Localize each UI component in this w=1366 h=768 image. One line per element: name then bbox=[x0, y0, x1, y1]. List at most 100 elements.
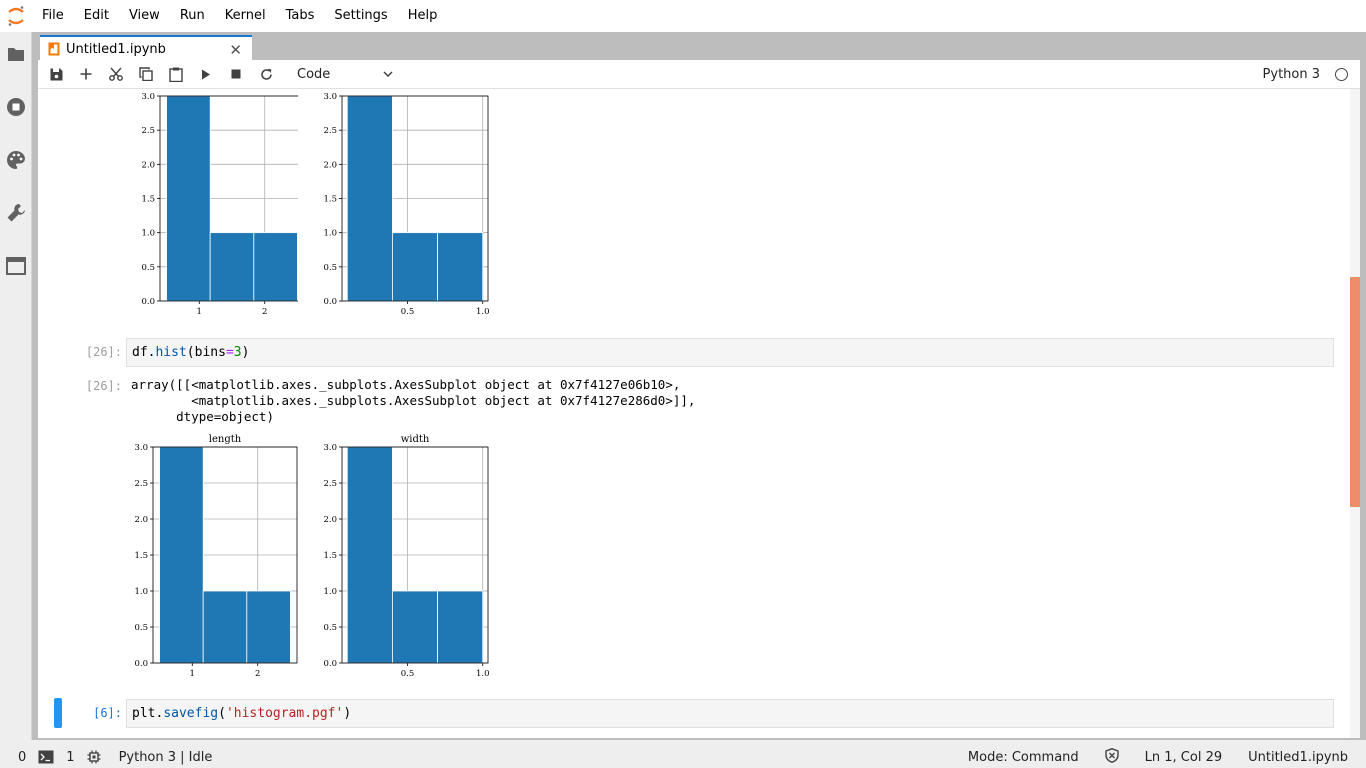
mode-indicator[interactable]: Mode: Command bbox=[968, 750, 1079, 765]
menu-edit[interactable]: Edit bbox=[74, 0, 119, 32]
chart-title: length bbox=[209, 434, 242, 445]
y-tick-label: 2.0 bbox=[141, 160, 155, 170]
kernel-idle-icon bbox=[1335, 68, 1348, 81]
restart-button[interactable] bbox=[251, 60, 281, 89]
histogram-bar bbox=[437, 232, 484, 302]
clipboard-icon bbox=[169, 67, 183, 82]
histogram-bar bbox=[346, 95, 393, 302]
y-tick-label: 0.0 bbox=[141, 297, 155, 307]
kernel-chip-icon[interactable] bbox=[87, 750, 101, 764]
palette-icon[interactable] bbox=[6, 150, 26, 170]
tab-bar: Untitled1.ipynb ✕ bbox=[38, 32, 1366, 61]
histogram-bar bbox=[209, 232, 255, 302]
notebook-toolbar: Code Python 3 bbox=[38, 60, 1360, 89]
tabs-panel-icon[interactable] bbox=[6, 256, 26, 276]
y-tick-label: 1.5 bbox=[323, 551, 337, 561]
cell-26-output-line-1: array([[<matplotlib.axes._subplots.AxesS… bbox=[131, 377, 681, 392]
histogram-bar bbox=[392, 590, 438, 664]
code-val: 3 bbox=[233, 345, 242, 360]
tab-untitled1[interactable]: Untitled1.ipynb ✕ bbox=[40, 35, 252, 61]
y-tick-label: 2.5 bbox=[323, 479, 337, 489]
save-button[interactable] bbox=[41, 60, 71, 89]
x-tick-label: 2 bbox=[262, 307, 267, 317]
menu-help[interactable]: Help bbox=[398, 0, 448, 32]
y-tick-label: 1.5 bbox=[323, 195, 337, 205]
kernel-status-text[interactable]: Python 3 | Idle bbox=[119, 750, 213, 765]
kernel-count[interactable]: 1 bbox=[66, 750, 74, 765]
cell-26-output-line-2: <matplotlib.axes._subplots.AxesSubplot o… bbox=[131, 393, 696, 408]
stop-icon bbox=[231, 69, 241, 79]
cell-26-output-line-3: dtype=object) bbox=[131, 409, 274, 424]
histogram-bar bbox=[253, 232, 298, 302]
histogram-bar bbox=[392, 232, 438, 302]
close-tab-icon[interactable]: ✕ bbox=[229, 41, 242, 59]
menu-settings[interactable]: Settings bbox=[324, 0, 397, 32]
cut-button[interactable] bbox=[101, 60, 131, 89]
status-filename: Untitled1.ipynb bbox=[1248, 749, 1348, 765]
jupyter-logo-icon[interactable] bbox=[0, 0, 32, 32]
cell-type-value: Code bbox=[297, 66, 331, 82]
trust-shield-icon[interactable] bbox=[1104, 747, 1119, 767]
y-tick-label: 3.0 bbox=[141, 92, 155, 102]
y-tick-label: 1.0 bbox=[134, 587, 148, 597]
y-tick-label: 2.0 bbox=[134, 515, 148, 525]
cell-6-prompt: [6]: bbox=[93, 706, 122, 720]
cell-26-output-prompt: [26]: bbox=[85, 379, 122, 393]
y-tick-label: 1.0 bbox=[323, 229, 337, 239]
cursor-position[interactable]: Ln 1, Col 29 bbox=[1145, 750, 1222, 765]
menu-tabs[interactable]: Tabs bbox=[276, 0, 325, 32]
y-tick-label: 0.0 bbox=[134, 659, 148, 669]
y-tick-label: 1.5 bbox=[141, 195, 155, 205]
notebook-scroll-area[interactable]: 0.0 0.5 1.0 1.5 2.0 2.5 3.0 1 2 3 0.0 0.5 1.0 1.5 2.0… bbox=[38, 89, 1360, 738]
x-tick-label: 0.5 bbox=[401, 307, 415, 317]
chart-hist-top-right: 0.0 0.5 1.0 1.5 2.0 2.5 3.0 0.5 1.0 bbox=[323, 92, 490, 317]
terminal-count[interactable]: 0 bbox=[18, 750, 26, 765]
histogram-bar bbox=[246, 590, 291, 664]
y-tick-label: 0.0 bbox=[323, 297, 337, 307]
menu-file[interactable]: File bbox=[32, 0, 74, 32]
plus-icon bbox=[80, 68, 92, 80]
x-tick-label: 1.0 bbox=[476, 307, 490, 317]
scrollbar-thumb[interactable] bbox=[1350, 277, 1360, 507]
kernel-name[interactable]: Python 3 bbox=[1263, 60, 1320, 89]
run-button[interactable] bbox=[191, 60, 221, 89]
running-sessions-icon[interactable] bbox=[6, 97, 26, 117]
menu-run[interactable]: Run bbox=[170, 0, 215, 32]
save-icon bbox=[50, 68, 62, 80]
y-tick-label: 0.0 bbox=[323, 659, 337, 669]
chart-title: width bbox=[401, 434, 430, 445]
menu-bar: File Edit View Run Kernel Tabs Settings … bbox=[0, 0, 1366, 32]
chart-hist-top-left: 0.00.51.01.52.02.53.0123 bbox=[141, 92, 298, 317]
terminal-icon[interactable] bbox=[38, 750, 54, 764]
histogram-bar bbox=[159, 446, 204, 664]
code-fn: savefig bbox=[163, 706, 219, 721]
cell-26-editor[interactable]: df.hist(bins=3) bbox=[126, 338, 1334, 367]
x-tick-label: 1 bbox=[190, 669, 195, 679]
y-tick-label: 0.5 bbox=[141, 263, 155, 273]
menu-kernel[interactable]: Kernel bbox=[215, 0, 276, 32]
y-tick-label: 0.5 bbox=[323, 623, 337, 633]
y-tick-label: 3.0 bbox=[323, 443, 337, 453]
code-arg: bins bbox=[194, 345, 226, 360]
y-tick-label: 2.0 bbox=[323, 160, 337, 170]
interrupt-button[interactable] bbox=[221, 60, 251, 89]
x-tick-label: 0.5 bbox=[401, 669, 415, 679]
cell-6-editor[interactable]: plt.savefig('histogram.pgf') bbox=[126, 699, 1334, 728]
y-tick-label: 2.5 bbox=[134, 479, 148, 489]
wrench-icon[interactable] bbox=[6, 203, 26, 223]
left-sidebar bbox=[0, 32, 32, 740]
copy-button[interactable] bbox=[131, 60, 161, 89]
chart-hist-length: length0.00.51.01.52.02.53.0123 bbox=[134, 434, 298, 679]
notebook-panel: Code Python 3 0.0 0.5 1.0 1.5 2.0 2.5 3.0 1 2 3 0… bbox=[38, 60, 1360, 738]
cell-26-prompt: [26]: bbox=[85, 345, 122, 359]
insert-cell-button[interactable] bbox=[71, 60, 101, 89]
notebook-icon bbox=[48, 42, 60, 56]
cell-type-dropdown[interactable]: Code bbox=[297, 63, 393, 85]
menu-view[interactable]: View bbox=[119, 0, 170, 32]
code-fn: hist bbox=[155, 345, 187, 360]
folder-icon[interactable] bbox=[6, 44, 26, 64]
paste-button[interactable] bbox=[161, 60, 191, 89]
scrollbar[interactable] bbox=[1350, 89, 1360, 738]
x-tick-label: 1.0 bbox=[476, 669, 490, 679]
x-tick-label: 1 bbox=[197, 307, 202, 317]
